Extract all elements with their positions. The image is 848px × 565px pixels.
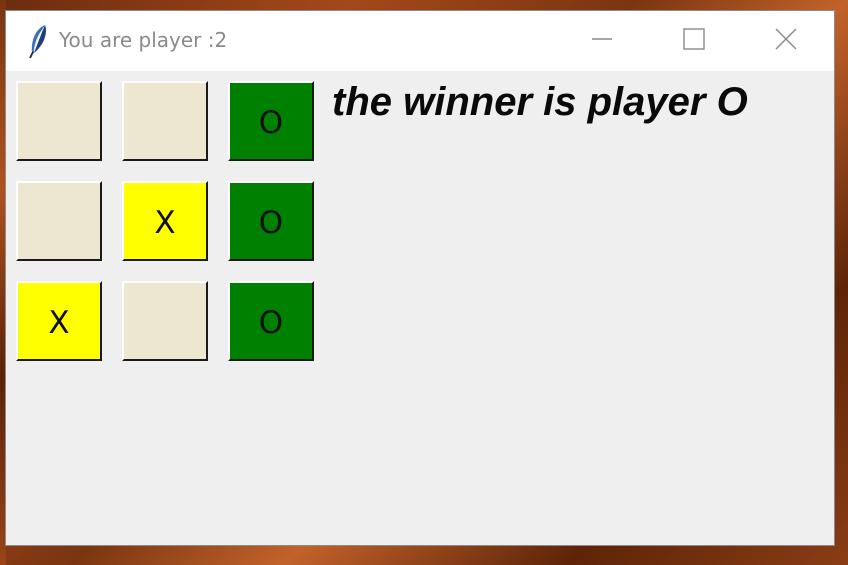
board-cell-3-1[interactable]: X (16, 281, 102, 361)
maximize-button[interactable] (648, 11, 740, 67)
minimize-button[interactable] (556, 11, 648, 67)
winner-label: the winner is player O (332, 80, 748, 124)
board-cell-2-2[interactable]: X (122, 181, 208, 261)
board-cell-2-1[interactable] (16, 181, 102, 261)
maximize-icon (683, 28, 705, 50)
board-cell-3-3[interactable]: O (228, 281, 314, 361)
board-cell-1-2[interactable] (122, 81, 208, 161)
board-cell-1-3[interactable]: O (228, 81, 314, 161)
board-cell-3-2[interactable] (122, 281, 208, 361)
close-icon (775, 28, 797, 50)
board-cell-1-1[interactable] (16, 81, 102, 161)
board-cell-2-3[interactable]: O (228, 181, 314, 261)
window-title: You are player :2 (59, 28, 228, 52)
minimize-icon (592, 38, 612, 40)
close-button[interactable] (740, 11, 832, 67)
game-area: O X O X O the winner is player O (6, 71, 834, 545)
feather-icon (26, 23, 50, 59)
title-bar[interactable]: You are player :2 (6, 11, 834, 71)
app-window: You are player :2 O X O X O the winner i… (6, 11, 834, 545)
